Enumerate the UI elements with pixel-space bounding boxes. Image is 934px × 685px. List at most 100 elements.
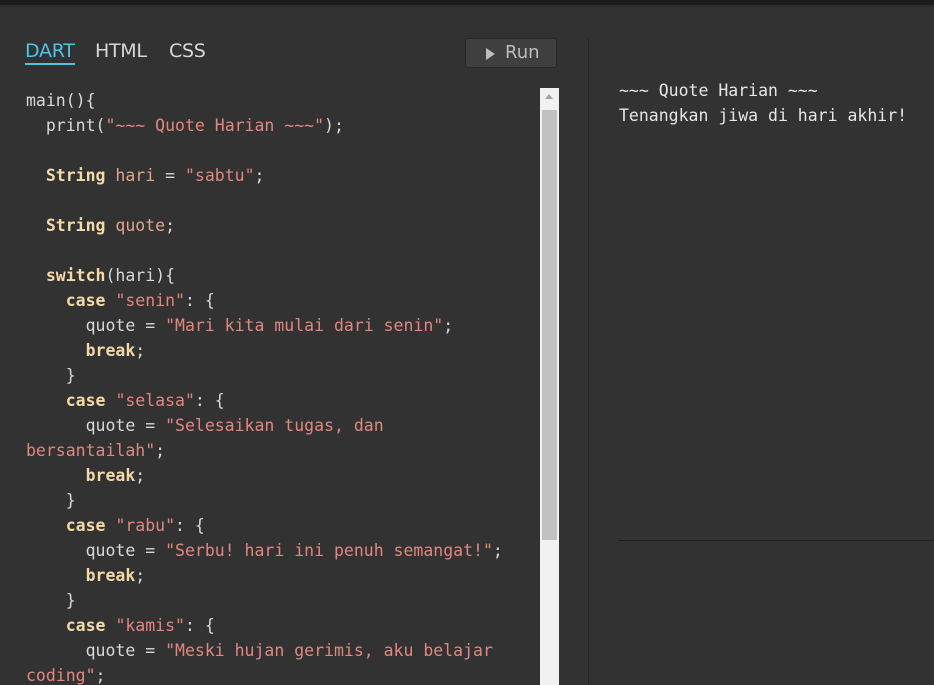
scroll-thumb[interactable] [542,110,557,540]
code-string: bersantailah" [26,441,156,460]
code-token: ; [155,441,166,460]
code-string: "rabu" [115,516,176,535]
code-line: switch(hari){ [26,266,175,285]
code-line: String hari = "sabtu"; [26,166,265,185]
code-token: ; [443,316,454,335]
code-string: "~~~ Quote Harian ~~~" [105,116,325,135]
code-token: } [26,491,76,510]
editor-scrollbar[interactable] [540,88,559,685]
code-string: "sabtu" [184,166,255,185]
code-token: ; [95,666,106,685]
output-separator [619,540,934,541]
code-keyword: case [65,291,106,310]
dartpad-window: DART HTML CSS Run main(){ print("~~~ Quo… [0,0,934,685]
output-line: Tenangkan jiwa di hari akhir! [619,106,908,125]
code-line: String quote; [26,216,175,235]
tab-html[interactable]: HTML [95,40,147,62]
output-line: ~~~ Quote Harian ~~~ [619,81,818,100]
code-token: : { [184,616,215,635]
run-button[interactable]: Run [465,38,557,68]
code-line: print("~~~ Quote Harian ~~~"); [26,116,344,135]
code-keyword: String [45,216,106,235]
code-line: break; [26,341,146,360]
code-keyword: switch [45,266,106,285]
top-border [0,0,934,7]
code-line: coding"; [26,666,105,685]
code-line: } [26,491,76,510]
code-string: "kamis" [115,616,185,635]
code-string: "Meski hujan gerimis, aku belajar [165,641,493,660]
code-keyword: String [45,166,106,185]
code-token: ; [254,166,265,185]
code-line: bersantailah"; [26,441,165,460]
code-token: ; [492,541,503,560]
code-token: quote = [26,641,166,660]
code-keyword: case [65,616,106,635]
code-string: "senin" [115,291,185,310]
code-keyword: break [85,566,136,585]
play-icon [486,48,495,60]
run-button-label: Run [505,42,540,63]
code-line: case "senin": { [26,291,215,310]
code-line: quote = "Mari kita mulai dari senin"; [26,316,454,335]
code-string: "Selesaikan tugas, dan [165,416,384,435]
panel-divider[interactable] [588,38,589,685]
code-token: quote = [26,416,166,435]
code-line: } [26,591,76,610]
code-token: ; [135,466,146,485]
code-token: ; [135,341,146,360]
code-token: print( [26,116,106,135]
code-line: case "rabu": { [26,516,205,535]
code-content[interactable]: main(){ print("~~~ Quote Harian ~~~"); S… [26,88,503,685]
code-token: (hari){ [105,266,176,285]
code-token: = [155,166,185,185]
code-line: quote = "Serbu! hari ini penuh semangat!… [26,541,503,560]
code-line: main(){ [26,91,96,110]
code-keyword: break [85,341,136,360]
code-editor[interactable]: main(){ print("~~~ Quote Harian ~~~"); S… [0,88,540,685]
code-line: quote = "Selesaikan tugas, dan [26,416,384,435]
code-keyword: break [85,466,136,485]
code-line: } [26,366,76,385]
code-token: main(){ [26,91,96,110]
code-token: ); [324,116,344,135]
code-keyword: case [65,516,106,535]
code-token: : { [175,516,205,535]
code-variable: quote [115,216,166,235]
code-token: : { [194,391,225,410]
code-line: break; [26,466,146,485]
tab-dart[interactable]: DART [25,40,75,65]
code-token: ; [135,566,146,585]
code-keyword: case [65,391,106,410]
scroll-up-arrow-icon[interactable] [540,88,559,106]
code-line: break; [26,566,146,585]
code-string: coding" [26,666,96,685]
console-output: ~~~ Quote Harian ~~~ Tenangkan jiwa di ha… [619,78,907,128]
code-token: } [26,366,76,385]
code-token: } [26,591,76,610]
code-token: ; [165,216,176,235]
code-variable: hari [115,166,156,185]
code-line: quote = "Meski hujan gerimis, aku belaja… [26,641,493,660]
code-line: case "selasa": { [26,391,225,410]
tab-css[interactable]: CSS [169,40,206,62]
code-line: case "kamis": { [26,616,215,635]
code-string: "Serbu! hari ini penuh semangat!" [165,541,493,560]
code-token: quote = [26,316,166,335]
code-token: quote = [26,541,166,560]
